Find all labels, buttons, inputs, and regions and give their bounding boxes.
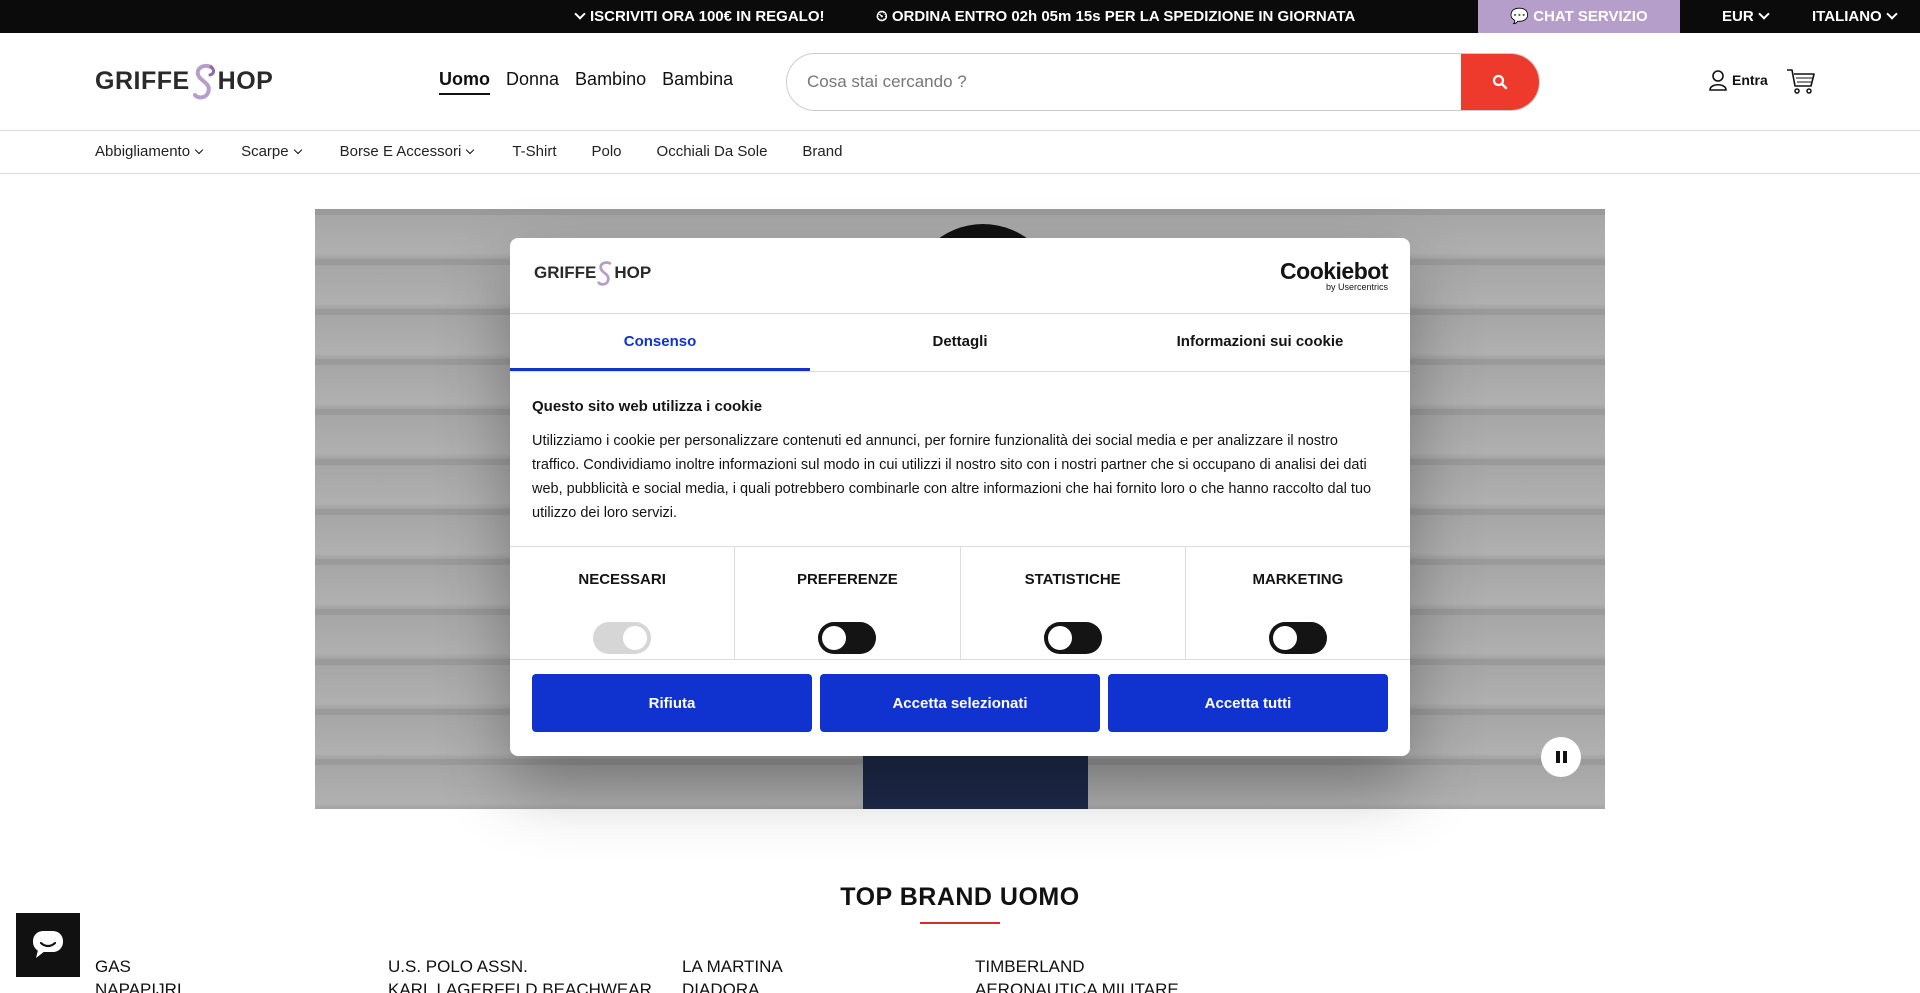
toggle-switch-preferenze[interactable] <box>818 622 877 654</box>
clock-icon: ⏲ <box>876 8 888 25</box>
cookiebot-logo[interactable]: Cookiebot by Usercentrics <box>1280 260 1388 293</box>
gender-nav: Uomo Donna Bambino Bambina <box>439 69 733 95</box>
cookie-category-toggles: NECESSARI PREFERENZE STATISTICHE MARKETING <box>510 546 1410 660</box>
category-item-occhiali-da-sole[interactable]: Occhiali Da Sole <box>657 143 768 160</box>
logo-s-icon <box>192 64 215 100</box>
brand-link[interactable]: TIMBERLAND <box>975 955 1179 978</box>
signup-promo[interactable]: ISCRIVITI ORA 100€ IN REGALO! <box>570 0 825 33</box>
currency-selector[interactable]: EUR <box>1722 0 1774 33</box>
site-logo[interactable]: GRIFFE HOP <box>95 61 273 101</box>
category-item-borse-e-accessori[interactable]: Borse E Accessori <box>340 143 478 160</box>
cart-button[interactable] <box>1786 67 1816 100</box>
site-header: GRIFFE HOP Uomo Donna Bambino Bambina En… <box>0 33 1920 131</box>
language-selector[interactable]: ITALIANO <box>1812 0 1902 33</box>
toggle-label: MARKETING <box>1252 571 1344 588</box>
chat-icon <box>33 931 63 958</box>
chat-support-button[interactable]: 💬 CHAT SERVIZIO CLIENTI! <box>1478 0 1680 58</box>
category-item-scarpe[interactable]: Scarpe <box>241 143 305 160</box>
nav-bambina[interactable]: Bambina <box>662 69 733 95</box>
toggle-switch-necessari <box>593 622 652 654</box>
brand-link[interactable]: NAPAPIJRI <box>95 978 182 993</box>
toggle-label: PREFERENZE <box>796 571 898 588</box>
brand-link[interactable]: AERONAUTICA MILITARE <box>975 978 1179 993</box>
category-item-brand[interactable]: Brand <box>802 143 842 160</box>
cookie-actions: Rifiuta Accetta selezionati Accetta tutt… <box>532 674 1388 732</box>
user-icon <box>1709 70 1727 91</box>
nav-donna[interactable]: Donna <box>506 69 559 95</box>
chevron-down-icon <box>466 145 475 155</box>
brand-link[interactable]: LA MARTINA <box>682 955 783 978</box>
toggle-cell-necessari: NECESSARI <box>510 547 736 659</box>
chevron-down-icon <box>1886 8 1898 20</box>
search-bar <box>786 53 1540 111</box>
category-item-abbigliamento[interactable]: Abbigliamento <box>95 143 206 160</box>
brand-link[interactable]: KARL LAGERFELD BEACHWEAR <box>388 978 652 993</box>
cookie-consent-dialog: GRIFFE HOP Cookiebot by Usercentrics Con… <box>510 238 1410 756</box>
brand-column-1: GAS NAPAPIJRI <box>95 955 182 993</box>
reject-button[interactable]: Rifiuta <box>532 674 812 732</box>
search-button[interactable] <box>1461 54 1539 110</box>
countdown-timer: 02h 05m 15s <box>1011 8 1101 25</box>
login-link[interactable]: Entra <box>1708 69 1768 91</box>
brand-link[interactable]: GAS <box>95 955 182 978</box>
cookie-dialog-header: GRIFFE HOP Cookiebot by Usercentrics <box>510 238 1410 314</box>
tab-dettagli[interactable]: Dettagli <box>810 315 1110 371</box>
cookie-description: Utilizziamo i cookie per personalizzare … <box>532 433 1372 521</box>
tab-informazioni[interactable]: Informazioni sui cookie <box>1110 315 1410 371</box>
toggle-switch-statistiche[interactable] <box>1043 622 1102 654</box>
search-icon <box>1492 74 1508 90</box>
brand-link[interactable]: U.S. POLO ASSN. <box>388 955 652 978</box>
toggle-cell-preferenze: PREFERENZE <box>735 547 961 659</box>
cookie-dialog-body: Questo sito web utilizza i cookie Utiliz… <box>532 398 1388 525</box>
live-chat-widget[interactable] <box>16 913 80 977</box>
brand-column-2: U.S. POLO ASSN. KARL LAGERFELD BEACHWEAR <box>388 955 652 993</box>
cookie-heading: Questo sito web utilizza i cookie <box>532 398 763 415</box>
toggle-label: STATISTICHE <box>1024 571 1121 588</box>
category-item-polo[interactable]: Polo <box>592 143 622 160</box>
brand-column-4: TIMBERLAND AERONAUTICA MILITARE <box>975 955 1179 993</box>
chevron-down-icon <box>194 145 204 155</box>
toggle-switch-marketing[interactable] <box>1268 622 1327 654</box>
hero-image-jeans <box>863 749 1088 809</box>
chevron-down-icon <box>574 8 586 20</box>
chevron-down-icon <box>293 145 302 155</box>
toggle-cell-marketing: MARKETING <box>1186 547 1410 659</box>
search-input[interactable] <box>787 54 1463 110</box>
brands-title: TOP BRAND UOMO <box>840 883 1080 911</box>
nav-bambino[interactable]: Bambino <box>575 69 646 95</box>
category-item-t-shirt[interactable]: T-Shirt <box>512 143 556 160</box>
accept-all-button[interactable]: Accetta tutti <box>1108 674 1388 732</box>
shipping-promo: ⏲ ORDINA ENTRO 02h 05m 15s PER LA SPEDIZ… <box>876 8 1356 25</box>
brands-title-underline <box>920 922 1000 924</box>
category-nav: Abbigliamento Scarpe Borse E Accessori T-Sh… <box>0 132 1920 174</box>
tab-consenso[interactable]: Consenso <box>510 315 810 371</box>
brand-link[interactable]: DIADORA <box>682 978 783 993</box>
nav-uomo[interactable]: Uomo <box>439 69 490 95</box>
slider-pause-button[interactable] <box>1541 737 1581 777</box>
brand-column-3: LA MARTINA DIADORA <box>682 955 783 993</box>
pause-icon <box>1555 751 1560 763</box>
chevron-down-icon <box>1758 8 1770 20</box>
toggle-label: NECESSARI <box>578 571 666 588</box>
cookie-tabs: Consenso Dettagli Informazioni sui cooki… <box>510 315 1410 372</box>
promo-bar: ISCRIVITI ORA 100€ IN REGALO! ⏲ ORDINA E… <box>0 0 1920 58</box>
cookie-dialog-logo: GRIFFE HOP <box>534 258 651 288</box>
chat-bubble-icon: 💬 <box>1510 8 1530 25</box>
logo-s-icon <box>597 261 612 286</box>
cart-icon <box>1787 69 1815 94</box>
accept-selected-button[interactable]: Accetta selezionati <box>820 674 1100 732</box>
toggle-cell-statistiche: STATISTICHE <box>961 547 1186 659</box>
